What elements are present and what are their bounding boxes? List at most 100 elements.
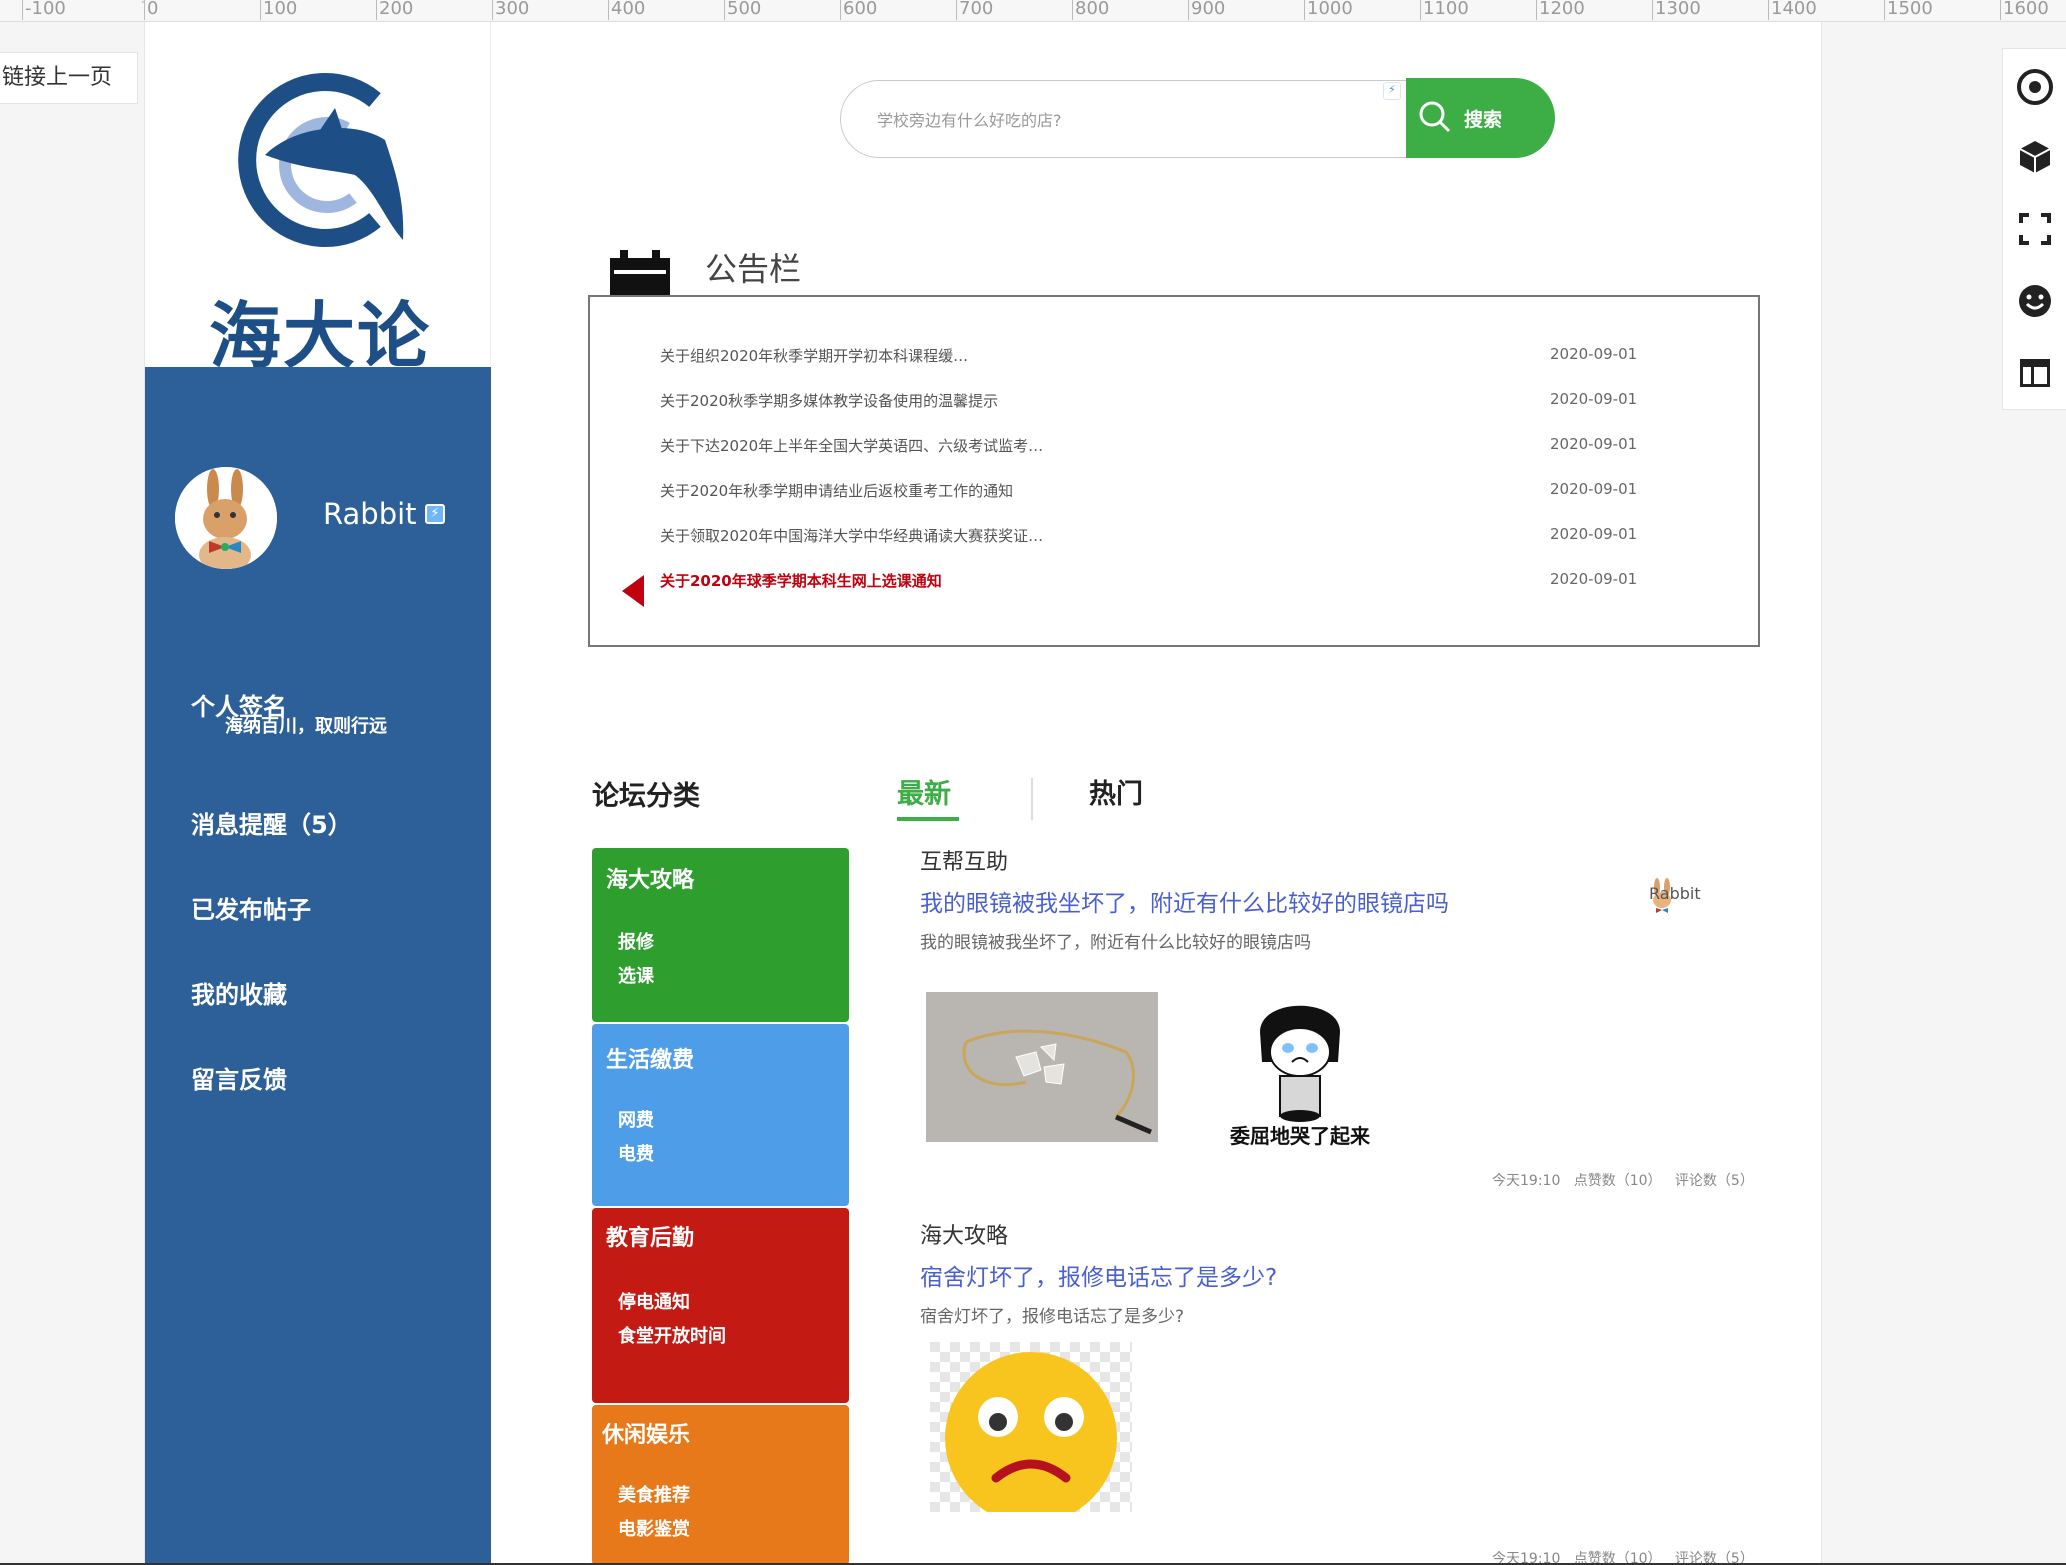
ruler-tick: 1500: [1884, 0, 1933, 20]
sad-face-emoji-image[interactable]: [930, 1342, 1132, 1512]
logo-area: 海大论坛: [145, 22, 491, 483]
notice-item[interactable]: 关于领取2020年中国海洋大学中华经典诵读大赛获奖证… 2020-09-01: [660, 519, 1660, 549]
verified-badge-icon: ⚡: [425, 504, 445, 524]
back-link[interactable]: 链接上一页: [0, 52, 138, 104]
notice-item-title[interactable]: 关于2020年秋季学期申请结业后返校重考工作的通知: [660, 480, 1013, 501]
ruler-tick: 1000: [1304, 0, 1353, 20]
notice-title: 公告栏: [705, 250, 802, 288]
signature-text: 海纳百川，取则行远: [225, 716, 387, 737]
category-title[interactable]: 休闲娱乐: [602, 1417, 690, 1449]
ruler-tick: 300: [492, 0, 529, 20]
artboard: 海大论坛 Rabbit ⚡ 个人签名 海纳百川，取则行远 消息提醒（5） 已发布…: [144, 22, 1822, 1565]
category-card-logistics: 教育后勤 停电通知 食堂开放时间: [592, 1208, 849, 1403]
notice-item-title[interactable]: 关于下达2020年上半年全国大学英语四、六级考试监考…: [660, 435, 1043, 456]
forum-categories-title: 论坛分类: [592, 781, 700, 812]
category-title[interactable]: 教育后勤: [606, 1220, 694, 1252]
subcategory-link[interactable]: 网费: [618, 1106, 654, 1132]
ruler-tick: 900: [1188, 0, 1225, 20]
top-ruler: · -100 0 100 200 300 400 500 600 700 800…: [0, 0, 2066, 22]
notice-item[interactable]: 关于组织2020年秋季学期开学初本科课程缓… 2020-09-01: [660, 339, 1660, 369]
subcategory-link[interactable]: 报修: [618, 928, 654, 954]
search-input[interactable]: [877, 105, 1357, 135]
ruler-tick: 1200: [1536, 0, 1585, 20]
tab-hot[interactable]: 热门: [1089, 772, 1143, 811]
cube-icon[interactable]: [2015, 137, 2055, 177]
post-comments[interactable]: 评论数（5）: [1675, 1173, 1754, 1189]
triangle-pointer-icon: [622, 575, 644, 607]
sidebar-item-my-posts[interactable]: 已发布帖子: [191, 890, 311, 925]
dolphin-logo-icon: [238, 73, 404, 247]
subcategory-link[interactable]: 食堂开放时间: [618, 1322, 726, 1348]
notice-item[interactable]: 关于2020年秋季学期申请结业后返校重考工作的通知 2020-09-01: [660, 474, 1660, 504]
notice-item[interactable]: 关于下达2020年上半年全国大学英语四、六级考试监考… 2020-09-01: [660, 429, 1660, 459]
post-category: 海大攻略: [920, 1224, 1009, 1249]
avatar[interactable]: [175, 467, 277, 569]
ruler-tick: 500: [724, 0, 761, 20]
post-likes[interactable]: 点赞数（10）: [1574, 1173, 1662, 1189]
ruler-tick: 1400: [1768, 0, 1817, 20]
notice-item-date: 2020-09-01: [1550, 345, 1638, 363]
category-title[interactable]: 生活缴费: [606, 1042, 694, 1074]
sidebar: Rabbit ⚡ 个人签名 海纳百川，取则行远 消息提醒（5） 已发布帖子 我的…: [145, 367, 491, 1565]
broken-glasses-photo[interactable]: [926, 992, 1158, 1142]
right-toolbar: [2002, 48, 2066, 410]
notice-item-date: 2020-09-01: [1550, 570, 1638, 588]
meme-caption: 委屈地哭了起来: [1230, 1124, 1370, 1148]
ruler-tick: -100: [22, 0, 66, 20]
layout-icon[interactable]: [2015, 353, 2055, 393]
post-excerpt: 我的眼镜被我坐坏了，附近有什么比较好的眼镜店吗: [920, 933, 1311, 953]
subcategory-link[interactable]: 选课: [618, 962, 654, 988]
ruler-tick: 1600: [2000, 0, 2049, 20]
tab-latest[interactable]: 最新: [897, 772, 951, 811]
ruler-tick: 600: [840, 0, 877, 20]
subcategory-link[interactable]: 电影鉴赏: [618, 1515, 690, 1541]
subcategory-link[interactable]: 美食推荐: [618, 1481, 690, 1507]
search-button[interactable]: 搜索: [1406, 78, 1555, 158]
ruler-tick: 1300: [1652, 0, 1701, 20]
notice-item-date: 2020-09-01: [1550, 480, 1638, 498]
post-category: 互帮互助: [920, 850, 1009, 875]
ruler-tick: 0: [144, 0, 158, 20]
post-author[interactable]: Rabbit: [1649, 884, 1701, 903]
post-time: 今天19:10: [1492, 1173, 1561, 1189]
notice-item-title[interactable]: 关于2020秋季学期多媒体教学设备使用的温馨提示: [660, 390, 998, 411]
plugin-badge-icon: ⚡: [1383, 82, 1401, 100]
ruler-tick: 100: [260, 0, 297, 20]
sidebar-item-feedback[interactable]: 留言反馈: [191, 1060, 287, 1095]
notice-board: 关于组织2020年秋季学期开学初本科课程缓… 2020-09-01 关于2020…: [588, 295, 1760, 647]
post-title[interactable]: 我的眼镜被我坐坏了，附近有什么比较好的眼镜店吗: [920, 884, 1449, 918]
notice-item[interactable]: 关于2020秋季学期多媒体教学设备使用的温馨提示 2020-09-01: [660, 384, 1660, 414]
sidebar-item-messages[interactable]: 消息提醒（5）: [191, 805, 352, 840]
post-excerpt: 宿舍灯坏了，报修电话忘了是多少?: [920, 1307, 1185, 1327]
target-icon[interactable]: [2015, 67, 2055, 107]
subcategory-link[interactable]: 电费: [618, 1140, 654, 1166]
post-meta: 今天19:10 点赞数（10） 评论数（5）: [1492, 1170, 1754, 1190]
category-title[interactable]: 海大攻略: [606, 862, 694, 894]
ruler-tick: 700: [956, 0, 993, 20]
notice-item-date: 2020-09-01: [1550, 525, 1638, 543]
frame-select-icon[interactable]: [2015, 209, 2055, 249]
username: Rabbit: [323, 497, 417, 531]
sidebar-item-favorites[interactable]: 我的收藏: [191, 975, 287, 1010]
ruler-tick: 1100: [1420, 0, 1469, 20]
rabbit-avatar-icon: [175, 467, 277, 569]
notice-item-date: 2020-09-01: [1550, 435, 1638, 453]
notice-item-title[interactable]: 关于2020年球季学期本科生网上选课通知: [660, 570, 942, 591]
post-title[interactable]: 宿舍灯坏了，报修电话忘了是多少?: [920, 1258, 1277, 1292]
search-box: [840, 80, 1408, 158]
notice-item-date: 2020-09-01: [1550, 390, 1638, 408]
subcategory-link[interactable]: 停电通知: [618, 1288, 690, 1314]
ruler-tick: 800: [1072, 0, 1109, 20]
search-button-label: 搜索: [1464, 109, 1503, 131]
smiley-icon[interactable]: [2015, 281, 2055, 321]
notice-item-active[interactable]: 关于2020年球季学期本科生网上选课通知 2020-09-01: [660, 564, 1660, 594]
ruler-tick: 400: [608, 0, 645, 20]
notice-item-title[interactable]: 关于组织2020年秋季学期开学初本科课程缓…: [660, 345, 968, 366]
notice-item-title[interactable]: 关于领取2020年中国海洋大学中华经典诵读大赛获奖证…: [660, 525, 1043, 546]
category-card-payment: 生活缴费 网费 电费: [592, 1024, 849, 1206]
category-card-guide: 海大攻略 报修 选课: [592, 848, 849, 1022]
tab-active-indicator: [897, 817, 959, 821]
category-card-leisure: 休闲娱乐 美食推荐 电影鉴赏: [592, 1405, 849, 1565]
search-icon: [1419, 101, 1451, 133]
tab-divider: [1031, 778, 1033, 820]
